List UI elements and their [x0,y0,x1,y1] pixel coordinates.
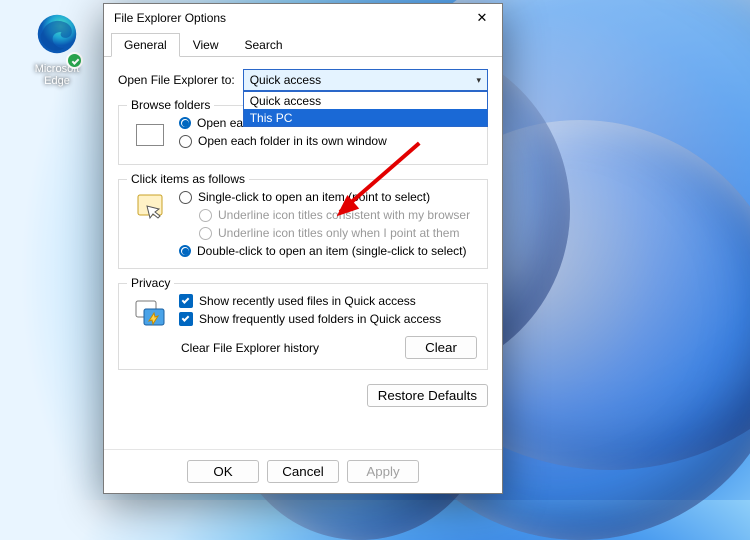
checkbox-icon [179,294,193,308]
checkmark-badge [66,52,83,69]
tab-search[interactable]: Search [232,33,296,57]
radio-icon [179,245,191,257]
privacy-group: Privacy Show recently used files in Quic… [118,283,488,370]
click-cursor-icon [131,190,169,228]
privacy-icon [131,294,169,332]
radio-icon [199,227,212,240]
restore-defaults-button[interactable]: Restore Defaults [367,384,488,407]
desktop-icon-edge[interactable]: Microsoft Edge [22,12,92,87]
window-title: File Explorer Options [114,11,462,25]
privacy-title: Privacy [127,276,174,290]
dialog-button-bar: OK Cancel Apply [104,449,502,493]
check-frequent-folders[interactable]: Show frequently used folders in Quick ac… [179,312,477,326]
tab-bar: General View Search [104,32,502,57]
clear-button[interactable]: Clear [405,336,477,359]
radio-underline-point: Underline icon titles only when I point … [179,226,477,240]
combo-dropdown-list: Quick access This PC [243,91,488,127]
radio-icon [179,117,191,129]
radio-double-click[interactable]: Double-click to open an item (single-cli… [179,244,477,258]
click-items-group: Click items as follows Single-click to o… [118,179,488,269]
ok-button[interactable]: OK [187,460,259,483]
open-explorer-label: Open File Explorer to: [118,73,235,87]
clear-history-label: Clear File Explorer history [181,341,319,355]
chevron-down-icon: ▾ [476,75,481,86]
titlebar: File Explorer Options ✕ [104,4,502,32]
tab-view[interactable]: View [180,33,232,57]
tab-panel-general: Open File Explorer to: Quick access ▾ Qu… [104,57,502,449]
apply-button[interactable]: Apply [347,460,419,483]
close-icon: ✕ [477,10,488,26]
combo-option-quick-access[interactable]: Quick access [244,92,487,109]
folder-window-icon [131,116,169,154]
desktop-icon-label: Microsoft Edge [22,63,92,87]
cancel-button[interactable]: Cancel [267,460,339,483]
edge-icon [35,12,79,56]
combo-option-this-pc[interactable]: This PC [244,109,487,126]
click-items-title: Click items as follows [127,172,249,186]
file-explorer-options-dialog: File Explorer Options ✕ General View Sea… [103,3,503,494]
open-explorer-combo[interactable]: Quick access ▾ Quick access This PC [243,69,488,91]
combo-selected-value: Quick access [250,73,321,87]
check-recent-files[interactable]: Show recently used files in Quick access [179,294,477,308]
radio-underline-browser: Underline icon titles consistent with my… [179,208,477,222]
close-button[interactable]: ✕ [462,4,502,32]
browse-folders-title: Browse folders [127,98,214,112]
radio-icon [179,191,192,204]
radio-icon [179,135,192,148]
radio-single-click[interactable]: Single-click to open an item (point to s… [179,190,477,204]
radio-own-window[interactable]: Open each folder in its own window [179,134,477,148]
checkbox-icon [179,312,193,326]
radio-icon [199,209,212,222]
tab-general[interactable]: General [111,33,180,57]
